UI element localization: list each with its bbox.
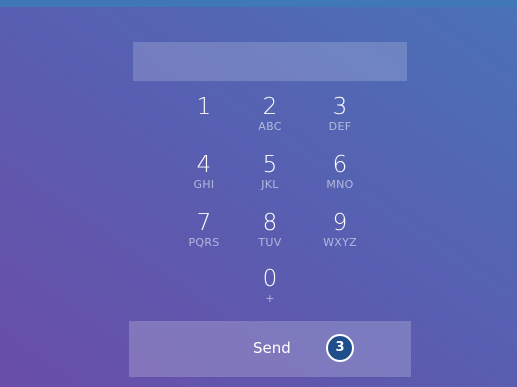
key-letters: JKL: [261, 178, 279, 191]
key-7[interactable]: 7 PQRS: [174, 210, 234, 262]
key-3[interactable]: 3 DEF: [310, 94, 370, 146]
key-letters: TUV: [258, 236, 282, 249]
send-label: Send: [253, 339, 291, 357]
key-8[interactable]: 8 TUV: [240, 210, 300, 262]
count-badge: 3: [326, 334, 354, 362]
key-2[interactable]: 2 ABC: [240, 94, 300, 146]
key-digit: 4: [196, 152, 212, 178]
pin-input[interactable]: [133, 42, 407, 81]
key-4[interactable]: 4 GHI: [174, 152, 234, 204]
key-letters: +: [265, 292, 275, 305]
key-digit: 3: [332, 94, 348, 120]
key-digit: 7: [196, 210, 212, 236]
key-6[interactable]: 6 MNO: [310, 152, 370, 204]
key-letters: ABC: [258, 120, 282, 133]
key-letters: [174, 120, 234, 134]
key-digit: 0: [262, 266, 278, 292]
key-letters: MNO: [326, 178, 354, 191]
top-strip: [0, 0, 517, 7]
key-digit: 9: [332, 210, 348, 236]
key-digit: 5: [262, 152, 278, 178]
key-9[interactable]: 9 WXYZ: [310, 210, 370, 262]
key-digit: 6: [332, 152, 348, 178]
key-0[interactable]: 0 +: [240, 266, 300, 318]
dial-screen: 1 2 ABC 3 DEF 4 GHI 5 JKL 6 MNO 7 PQRS 8…: [0, 0, 517, 387]
key-digit: 2: [262, 94, 278, 120]
key-letters: DEF: [328, 120, 352, 133]
key-letters: WXYZ: [323, 236, 357, 249]
key-1[interactable]: 1: [174, 94, 234, 146]
key-digit: 8: [262, 210, 278, 236]
key-letters: GHI: [193, 178, 215, 191]
key-letters: PQRS: [188, 236, 220, 249]
key-digit: 1: [196, 94, 212, 120]
send-button[interactable]: Send 3: [129, 321, 411, 377]
key-5[interactable]: 5 JKL: [240, 152, 300, 204]
